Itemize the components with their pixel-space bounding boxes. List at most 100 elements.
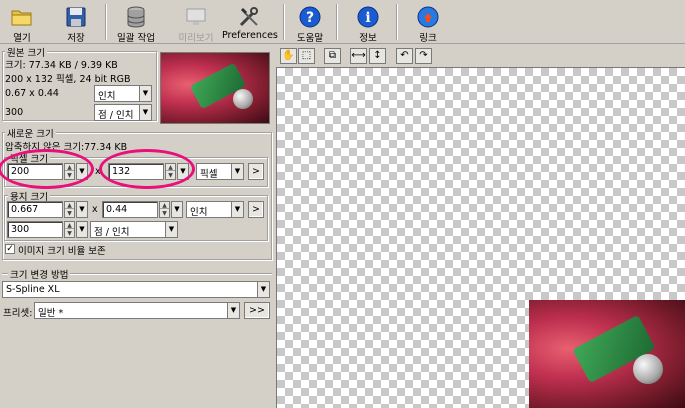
flip-horizontal-icon: ⟷ [351,50,366,61]
link-button[interactable]: 링크 [408,2,448,44]
info-label: 정보 [359,33,377,44]
flip-vertical-button[interactable]: ↕ [369,48,386,64]
toolbar-separator [396,4,398,40]
inch-unit-select[interactable]: 인치 ▼ [186,201,244,218]
image-canvas[interactable] [276,67,685,408]
batch-button[interactable]: 일괄 작업 [112,2,160,44]
preferences-label: Preferences [222,30,278,41]
original-thumbnail [160,52,270,124]
inch-unit-value: 인치 [190,207,208,218]
chevron-down-icon: ▼ [231,164,243,179]
tools-icon [239,7,258,27]
rotate-left-button[interactable]: ↶ [396,48,413,64]
original-file-size: 크기: 77.34 KB / 9.39 KB [5,60,118,71]
toolbar-separator [336,4,338,40]
keep-ratio-checkbox[interactable]: ✓ [5,244,15,254]
save-label: 저장 [67,33,85,44]
original-inches: 0.67 x 0.44 [5,88,59,99]
preset-menu-button[interactable]: >> [244,302,270,319]
photo-nozzle-tip [233,89,253,109]
dpi-spinner[interactable]: ▲ ▼ [64,221,75,238]
pixel-more-button[interactable]: > [248,163,264,180]
spin-up-icon[interactable]: ▲ [65,202,74,209]
database-icon [127,6,145,28]
dpi-dropdown[interactable]: ▼ [76,221,88,238]
resize-method-value: S-Spline XL [6,284,60,295]
chevron-down-icon: ▼ [139,86,151,101]
selection-icon: ⬚ [301,50,312,61]
spin-down-icon[interactable]: ▼ [160,210,169,217]
highlight-circle [99,149,195,189]
help-icon: ? [299,6,321,28]
save-button[interactable]: 저장 [56,2,96,44]
height-inches-input[interactable]: 0.44 [102,201,158,218]
pixel-unit-select[interactable]: 픽셀 ▼ [196,163,244,180]
crop-icon: ⧉ [328,50,337,61]
chevron-down-icon: ▼ [139,105,151,120]
hand-icon: ✋ [282,50,295,61]
batch-label: 일괄 작업 [117,33,155,44]
preferences-button[interactable]: Preferences [222,2,278,42]
original-inch-unit-value: 인치 [98,91,116,102]
spin-up-icon[interactable]: ▲ [160,202,169,209]
original-dpi: 300 [5,107,24,118]
width-inches-input[interactable]: 0.667 [7,201,63,218]
dpi-input[interactable]: 300 [7,221,63,238]
help-label: 도움말 [296,33,324,44]
new-size-title: 새로운 크기 [5,126,56,140]
width-inches-dropdown[interactable]: ▼ [76,201,88,218]
svg-text:?: ? [306,10,314,26]
canvas-image[interactable] [529,300,685,408]
info-icon: i [357,6,379,28]
width-inches-spinner[interactable]: ▲ ▼ [64,201,75,218]
rotate-right-icon: ↷ [419,50,428,61]
flip-vertical-icon: ↕ [373,50,382,61]
toolbar-separator [105,4,107,40]
dpi-unit-value: 점 / 인치 [94,227,130,238]
settings-panel: 원본 크기 크기: 77.34 KB / 9.39 KB 200 x 132 픽… [0,45,275,408]
hand-tool-button[interactable]: ✋ [280,48,297,64]
chevron-down-icon: ▼ [231,202,243,217]
chevron-down-icon: ▼ [227,303,239,318]
select-tool-button[interactable]: ⬚ [298,48,315,64]
svg-text:i: i [365,10,370,26]
main-toolbar: 열기 저장 일괄 작업 미리보기 Preferences ? 도움말 i 정보 … [0,0,685,44]
crop-button[interactable]: ⧉ [324,48,341,64]
spin-up-icon[interactable]: ▲ [65,222,74,229]
open-button[interactable]: 열기 [2,2,42,44]
height-inches-dropdown[interactable]: ▼ [171,201,183,218]
original-dpi-unit-select[interactable]: 점 / 인치 ▼ [94,104,152,121]
preset-select[interactable]: 일반 * ▼ [34,302,240,319]
keep-ratio-label: 이미지 크기 비율 보존 [18,246,106,257]
print-more-button[interactable]: > [248,201,264,218]
preset-value: 일반 * [38,308,64,319]
dpi-unit-select[interactable]: 점 / 인치 ▼ [90,221,178,238]
spin-down-icon[interactable]: ▼ [65,210,74,217]
preview-label: 미리보기 [178,33,214,44]
print-x-separator: x [92,204,98,215]
globe-link-icon [417,6,439,28]
link-label: 링크 [419,33,437,44]
viewer-toolbar: ✋ ⬚ ⧉ ⟷ ↕ ↶ ↷ [276,45,685,67]
monitor-icon [186,8,206,25]
toolbar-separator [283,4,285,40]
info-button[interactable]: i 정보 [348,2,388,44]
original-inch-unit-select[interactable]: 인치 ▼ [94,85,152,102]
help-button[interactable]: ? 도움말 [290,2,330,44]
flip-horizontal-button[interactable]: ⟷ [350,48,367,64]
height-inches-spinner[interactable]: ▲ ▼ [159,201,170,218]
photo-nozzle-tip [633,354,663,384]
chevron-down-icon: ▼ [257,282,269,297]
chevron-down-icon: ▼ [165,222,177,237]
preview-button[interactable]: 미리보기 [174,2,218,44]
highlight-circle [0,149,94,189]
preset-label: 프리셋: [3,308,33,319]
resize-method-title: 크기 변경 방법 [8,267,71,281]
rotate-left-icon: ↶ [400,50,409,61]
original-dimensions: 200 x 132 픽셀, 24 bit RGB [5,74,131,85]
floppy-disk-icon [66,7,86,27]
original-dpi-unit-value: 점 / 인치 [98,110,134,121]
resize-method-select[interactable]: S-Spline XL ▼ [2,281,270,298]
rotate-right-button[interactable]: ↷ [415,48,432,64]
spin-down-icon[interactable]: ▼ [65,230,74,237]
